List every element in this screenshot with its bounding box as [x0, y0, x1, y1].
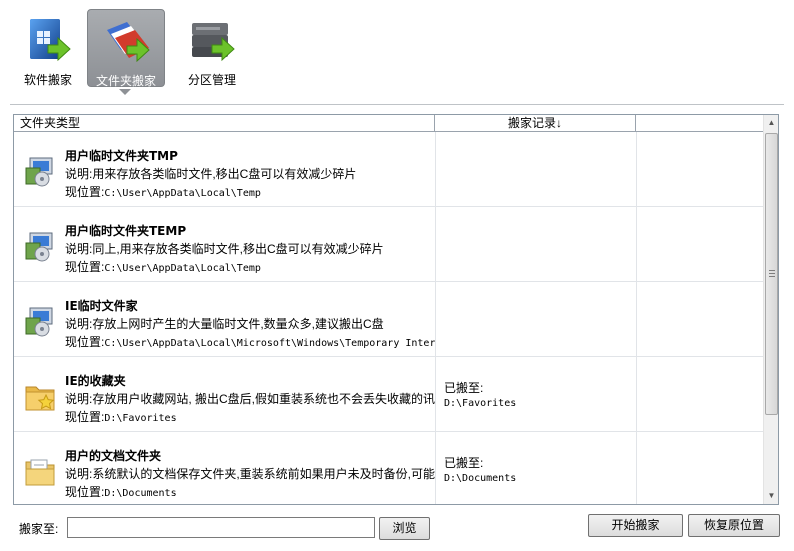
folders-move-icon	[107, 22, 150, 63]
row-location-label: 现位置:	[65, 410, 105, 424]
toolbar: 软件搬家 文件夹搬家 分区管理	[0, 0, 794, 104]
folder-list[interactable]: 文件夹类型 搬家记录↓ 用户临时文件夹TMP 说明:用来存放各类临时文件,移出C…	[13, 114, 779, 505]
windows-box-icon	[30, 19, 71, 62]
installer-package-icon	[25, 307, 53, 337]
row-location-label: 现位置:	[65, 335, 105, 349]
scrollbar-grip-icon	[769, 270, 775, 277]
row-location: 现位置:D:\Favorites	[65, 408, 435, 425]
installer-package-icon	[25, 232, 53, 262]
browse-button[interactable]: 浏览	[379, 517, 430, 540]
favorites-folder-icon	[25, 386, 55, 411]
row-title: 用户临时文件夹TEMP	[65, 224, 187, 238]
row-moved-path: D:\Documents	[444, 473, 517, 484]
list-item[interactable]: 用户的文档文件夹 说明:系统默认的文档保存文件夹,重装系统前如果用户未及时备份,…	[14, 432, 763, 504]
row-location-path: C:\User\AppData\Local\Temp	[104, 188, 261, 199]
cell-divider	[636, 432, 637, 504]
column-extra[interactable]	[636, 115, 763, 131]
row-title: 用户临时文件夹TMP	[65, 149, 178, 163]
cell-divider	[636, 207, 637, 282]
cell-divider	[435, 432, 436, 504]
list-item[interactable]: IE的收藏夹 说明:存放用户收藏网站, 搬出C盘后,假如重装系统也不会丢失收藏的…	[14, 357, 763, 432]
start-move-button[interactable]: 开始搬家	[588, 514, 683, 537]
row-location: 现位置:D:\Documents	[65, 483, 435, 500]
row-location-path: D:\Documents	[104, 488, 177, 499]
row-description: 说明:存放上网时产生的大量临时文件,数量众多,建议搬出C盘	[65, 317, 384, 331]
cell-divider	[636, 357, 637, 432]
scroll-down-icon[interactable]: ▼	[764, 488, 778, 504]
row-description: 说明:同上,用来存放各类临时文件,移出C盘可以有效减少碎片	[65, 242, 384, 256]
column-move-record[interactable]: 搬家记录↓	[435, 115, 636, 131]
active-tool-pointer	[119, 89, 131, 95]
list-item[interactable]: 用户临时文件夹TMP 说明:用来存放各类临时文件,移出C盘可以有效减少碎片 现位…	[14, 132, 763, 207]
vertical-scrollbar[interactable]: ▲ ▼	[763, 115, 778, 504]
tool-label: 软件搬家	[23, 73, 72, 87]
disk-drive-icon	[192, 23, 235, 62]
row-location: 现位置:C:\User\AppData\Local\Microsoft\Wind…	[65, 333, 435, 350]
row-location-path: C:\User\AppData\Local\Microsoft\Windows\…	[104, 338, 435, 349]
cell-divider	[435, 282, 436, 357]
list-item[interactable]: 用户临时文件夹TEMP 说明:同上,用来存放各类临时文件,移出C盘可以有效减少碎…	[14, 207, 763, 282]
row-description: 说明:用来存放各类临时文件,移出C盘可以有效减少碎片	[65, 167, 357, 181]
row-location: 现位置:C:\User\AppData\Local\Temp	[65, 258, 435, 275]
list-header: 文件夹类型 搬家记录↓	[14, 115, 763, 132]
row-location-label: 现位置:	[65, 260, 105, 274]
tool-label: 分区管理	[187, 73, 236, 87]
row-title: IE临时文件家	[65, 299, 138, 313]
tool-label: 文件夹搬家	[95, 74, 156, 88]
tool-folder-move[interactable]: 文件夹搬家	[87, 9, 165, 88]
scroll-up-icon[interactable]: ▲	[764, 115, 778, 131]
cell-divider	[435, 357, 436, 432]
row-title: IE的收藏夹	[65, 374, 126, 388]
cell-divider	[636, 132, 637, 207]
move-to-label: 搬家至:	[19, 522, 59, 536]
row-moved-label: 已搬至:	[444, 456, 484, 470]
list-rows: 用户临时文件夹TMP 说明:用来存放各类临时文件,移出C盘可以有效减少碎片 现位…	[14, 132, 763, 504]
row-moved-label: 已搬至:	[444, 381, 484, 395]
cell-divider	[435, 132, 436, 207]
cell-divider	[435, 207, 436, 282]
row-location: 现位置:C:\User\AppData\Local\Temp	[65, 183, 435, 200]
list-item[interactable]: IE临时文件家 说明:存放上网时产生的大量临时文件,数量众多,建议搬出C盘 现位…	[14, 282, 763, 357]
cell-divider	[636, 282, 637, 357]
row-location-label: 现位置:	[65, 485, 105, 499]
tool-partition-manage[interactable]: 分区管理	[173, 9, 251, 87]
documents-folder-icon	[25, 459, 55, 486]
column-folder-type[interactable]: 文件夹类型	[14, 115, 435, 131]
row-location-path: D:\Favorites	[104, 413, 177, 424]
toolbar-divider	[10, 104, 784, 105]
installer-package-icon	[25, 157, 53, 187]
row-location-path: C:\User\AppData\Local\Temp	[104, 263, 261, 274]
row-description: 说明:系统默认的文档保存文件夹,重装系统前如果用户未及时备份,可能	[65, 467, 435, 481]
row-location-label: 现位置:	[65, 185, 105, 199]
tool-software-move[interactable]: 软件搬家	[9, 9, 87, 87]
move-to-path-input[interactable]	[67, 517, 375, 538]
row-description: 说明:存放用户收藏网站, 搬出C盘后,假如重装系统也不会丢失收藏的讯	[65, 392, 435, 406]
row-title: 用户的文档文件夹	[65, 449, 162, 463]
scrollbar-thumb[interactable]	[765, 133, 778, 415]
row-moved-path: D:\Favorites	[444, 398, 517, 409]
restore-location-button[interactable]: 恢复原位置	[688, 514, 780, 537]
